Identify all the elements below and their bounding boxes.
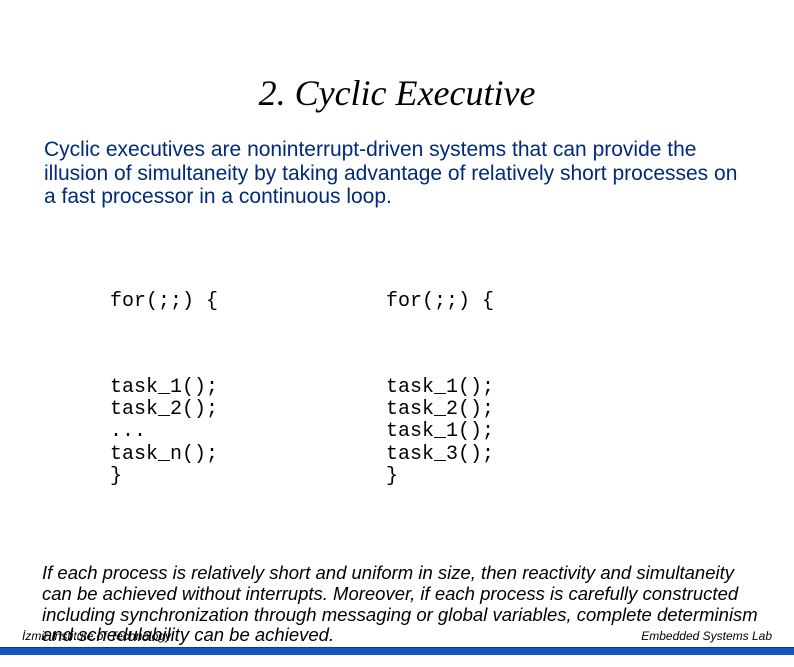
code-left-body: task_1(); task_2(); ... task_n(); } xyxy=(110,377,218,489)
code-right-for: for(;;) { xyxy=(386,291,494,313)
slide: 2. Cyclic Executive Cyclic executives ar… xyxy=(0,72,794,667)
footer-right-text: Embedded Systems Lab xyxy=(641,629,772,643)
code-right-body: task_1(); task_2(); task_1(); task_3(); … xyxy=(386,377,494,489)
code-example-right: for(;;) { task_1(); task_2(); task_1(); … xyxy=(386,247,494,534)
footer-left-text: İzmir Institute of Technology xyxy=(22,629,171,643)
code-left-for: for(;;) { xyxy=(110,291,218,313)
code-examples-row: for(;;) { task_1(); task_2(); ... task_n… xyxy=(110,247,794,534)
slide-title: 2. Cyclic Executive xyxy=(0,72,794,114)
code-example-left: for(;;) { task_1(); task_2(); ... task_n… xyxy=(110,247,218,534)
footer-bar xyxy=(0,647,794,655)
intro-paragraph: Cyclic executives are noninterrupt-drive… xyxy=(44,138,750,209)
